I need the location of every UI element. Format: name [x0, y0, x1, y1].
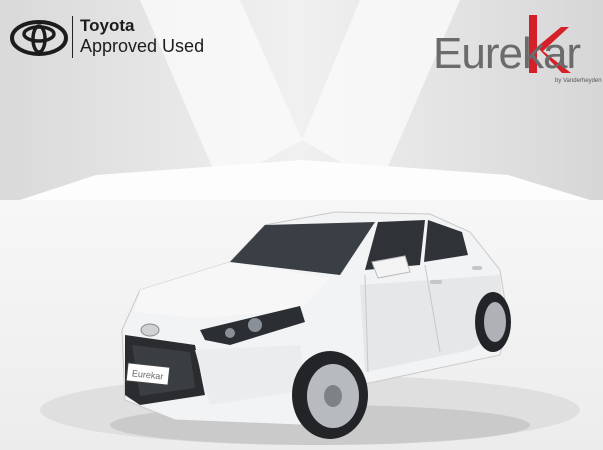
toyota-approved-used-label: Toyota Approved Used: [80, 15, 204, 57]
dealer-tagline-text: by Vanderheyden: [555, 78, 602, 84]
logo-divider: [72, 16, 73, 58]
toyota-brand-text: Toyota: [80, 16, 135, 35]
toyota-logo-icon: [10, 20, 68, 56]
listing-photo: Eurekar Toyota Approved Used Eurekar by …: [0, 0, 603, 450]
dealer-name-text: Eurekar: [433, 29, 581, 78]
eurekar-logo: Eurekar by Vanderheyden: [433, 15, 602, 85]
approved-used-text: Approved Used: [80, 36, 205, 56]
